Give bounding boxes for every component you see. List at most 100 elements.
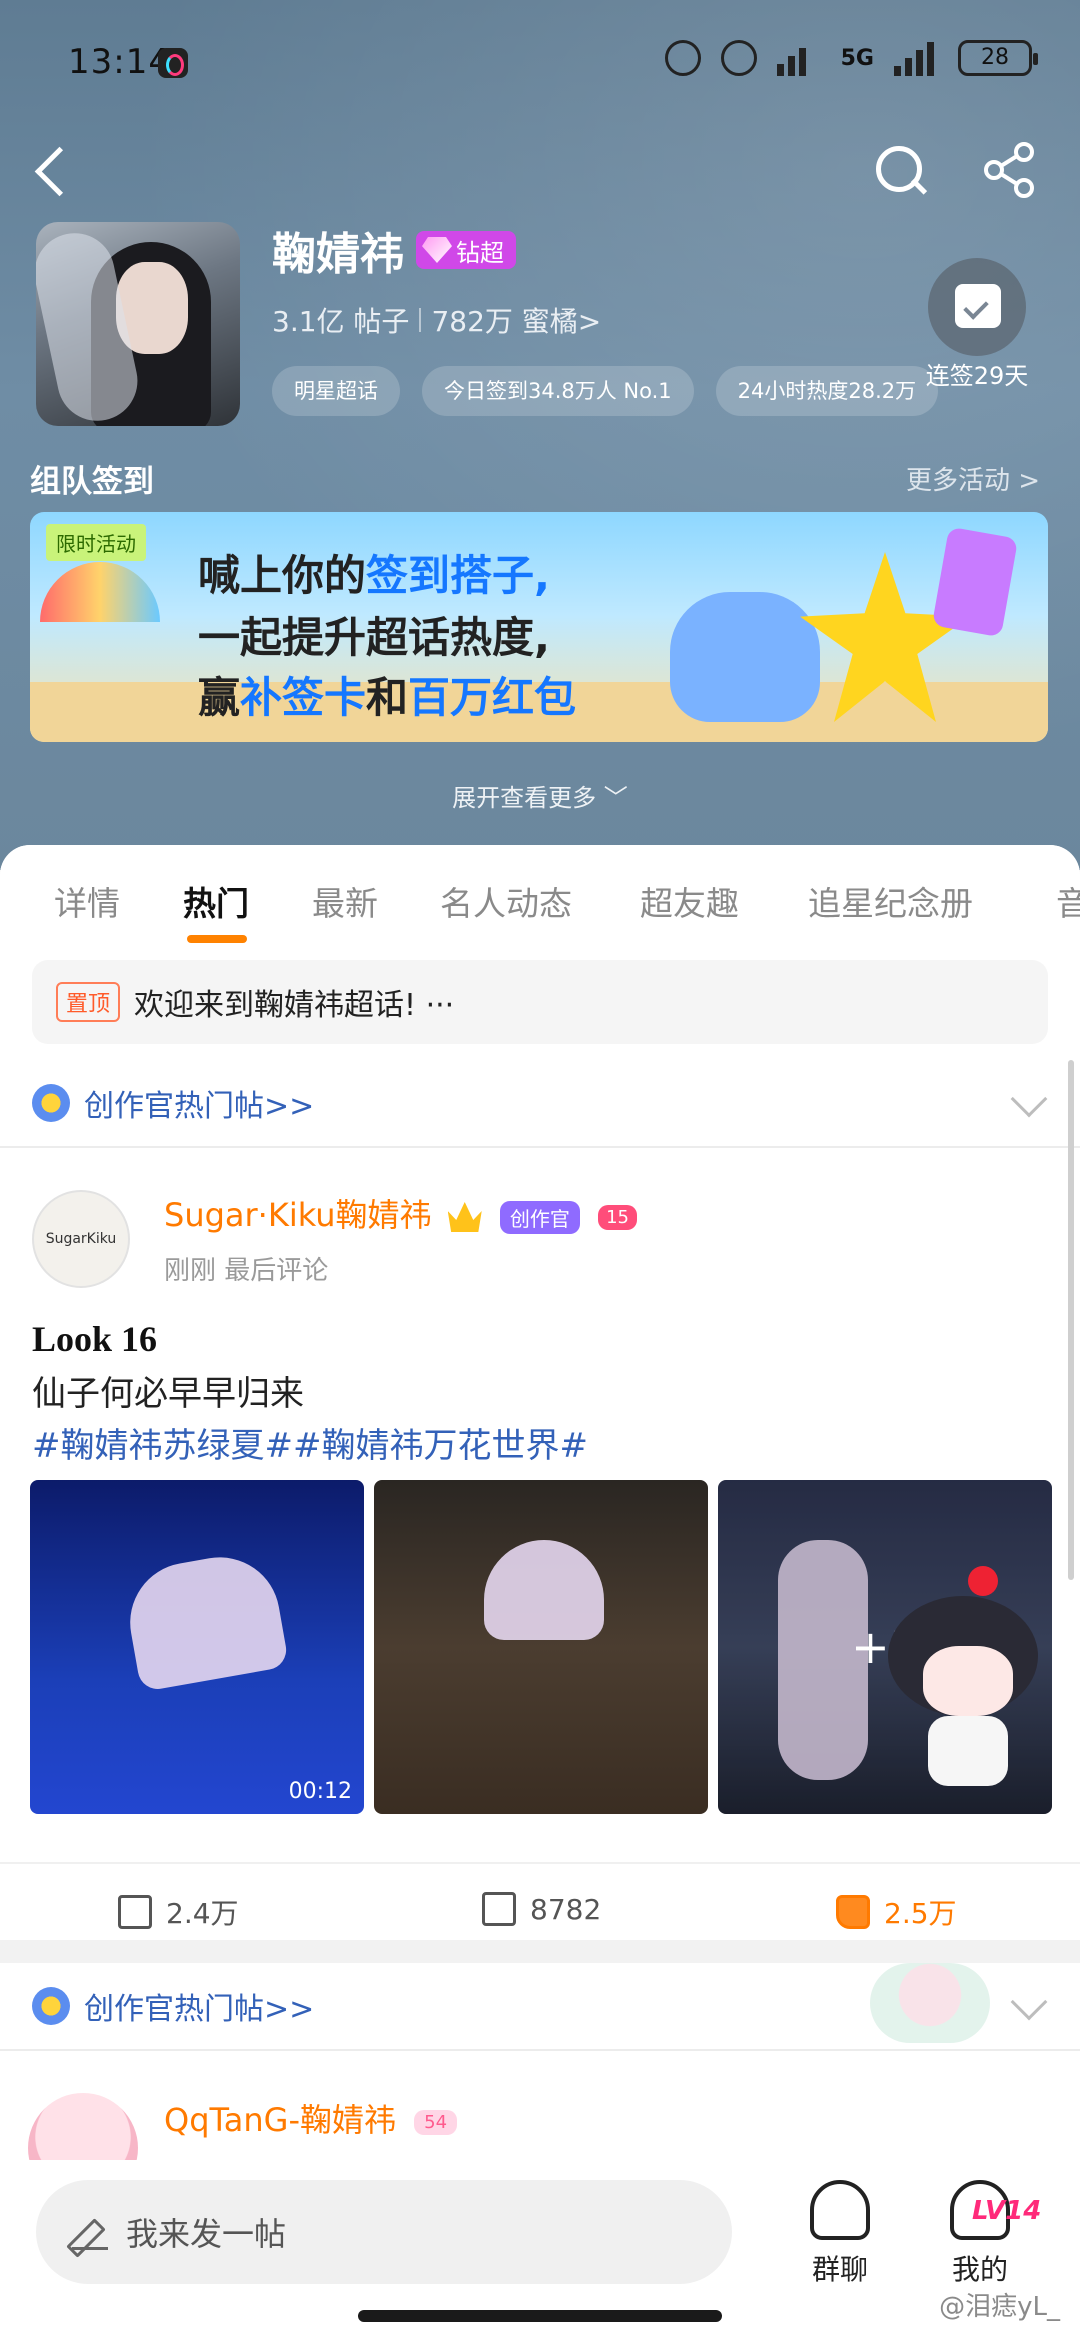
tab-celebrity-news[interactable]: 名人动态 [440, 877, 572, 925]
creator-star-icon [32, 1084, 70, 1122]
post-author[interactable]: QqTanG-鞠婧祎 54 [164, 2095, 458, 2141]
chevron-down-icon[interactable] [1010, 1080, 1048, 1118]
floating-mascot[interactable] [868, 1556, 1068, 1788]
mute-icon [720, 40, 757, 76]
status-icons: 5G 28 [664, 40, 1038, 76]
creator-hot-title: 创作官热门帖>> [84, 1089, 315, 1124]
chip-star-topic[interactable]: 明星超话 [272, 366, 400, 416]
comment-icon [482, 1892, 516, 1926]
vip-badge-label: 钻超 [456, 238, 504, 267]
bottom-bar: 我来发一帖 群聊 LV14 我的 @泪痣yL_ [0, 2160, 1080, 2340]
share-count: 2.4万 [166, 1897, 239, 1930]
divider [419, 308, 422, 332]
creator-hot-title: 创作官热门帖>> [84, 1992, 315, 2027]
thumbs-up-icon [836, 1895, 870, 1929]
pinned-text: 欢迎来到鞠婧祎超话! ··· [134, 988, 455, 1023]
post-image[interactable] [374, 1480, 708, 1814]
banner-line1b: 签到搭子, [366, 551, 550, 600]
creator-badge: 创作官 [499, 1200, 580, 1234]
pinned-post[interactable]: 置顶 欢迎来到鞠婧祎超话! ··· [32, 960, 1048, 1044]
post-author[interactable]: Sugar·Kiku鞠婧祎 创作官 15 [164, 1190, 637, 1236]
chevron-down-icon[interactable] [1010, 1983, 1048, 2021]
search-icon[interactable] [870, 140, 930, 200]
nfc-icon [664, 40, 701, 76]
level-badge: 15 [598, 1204, 637, 1230]
more-activities-link[interactable]: 更多活动 > [906, 460, 1040, 497]
expand-more-button[interactable]: 展开查看更多 ﹀ [0, 778, 1080, 813]
group-chat-button[interactable]: 群聊 [780, 2180, 900, 2288]
topic-chips: 明星超话 今日签到34.8万人 No.1 24小时热度28.2万 [272, 366, 939, 416]
team-checkin-title: 组队签到 [30, 464, 154, 500]
banner-line1a: 喊上你的 [198, 551, 367, 600]
post-video-thumbnail[interactable]: 00:12 [30, 1480, 364, 1814]
post-author-name: QqTanG-鞠婧祎 [164, 2101, 396, 2139]
tab-fan-fun[interactable]: 超友趣 [640, 877, 739, 925]
avatar[interactable]: SugarKiku [32, 1190, 130, 1288]
tab-fan-album[interactable]: 追星纪念册 [808, 877, 973, 925]
fans-count[interactable]: 782万 蜜橘> [431, 300, 601, 340]
creator-hot-header[interactable]: 创作官热门帖>> [0, 1963, 1080, 2051]
posts-count: 3.1亿 帖子 [272, 305, 410, 338]
title-row: 鞠婧祎 钻超 [272, 218, 516, 282]
wifi-icon [776, 40, 821, 76]
elephant-illustration [670, 592, 820, 722]
like-button[interactable]: 2.5万 [836, 1892, 957, 1932]
repost-icon [118, 1895, 152, 1929]
pinned-tag: 置顶 [56, 982, 121, 1022]
calendar-check-icon [955, 284, 1001, 328]
video-duration: 00:12 [288, 1779, 352, 1804]
topic-avatar[interactable] [36, 222, 240, 426]
chip-checkin-today[interactable]: 今日签到34.8万人 No.1 [422, 366, 694, 416]
post-text: 仙子何必早早归来 [32, 1374, 304, 1414]
compose-placeholder: 我来发一帖 [126, 2215, 287, 2253]
post-meta: 刚刚 最后评论 [164, 1256, 329, 1286]
tab-details[interactable]: 详情 [54, 877, 120, 925]
creator-hot-header[interactable]: 创作官热门帖>> [0, 1060, 1080, 1148]
banner-line3c: 和 [366, 673, 409, 722]
creator-star-icon [32, 1987, 70, 2025]
status-time: 13:14 [68, 42, 171, 82]
banner-line3d: 百万红包 [408, 673, 577, 722]
banner-line3b: 补签卡 [240, 673, 367, 722]
tab-music[interactable]: 音 [1056, 877, 1080, 925]
tab-bar: 详情 热门 最新 名人动态 超友趣 追星纪念册 音 [0, 845, 1080, 960]
pencil-icon [72, 2214, 108, 2250]
share-button[interactable]: 2.4万 [118, 1892, 239, 1932]
watermark: @泪痣yL_ [939, 2292, 1060, 2322]
crown-icon [447, 1202, 482, 1232]
checkin-streak: 连签29天 [925, 362, 1029, 390]
tab-latest[interactable]: 最新 [312, 877, 378, 925]
phone-illustration [931, 526, 1019, 638]
user-level-badge: LV14 [972, 2196, 1042, 2226]
banner-line2: 一起提升超话热度, [198, 613, 550, 662]
limited-tag: 限时活动 [46, 524, 146, 561]
compose-post-input[interactable]: 我来发一帖 [36, 2180, 732, 2284]
post-hashtags[interactable]: #鞠婧祎苏绿夏##鞠婧祎万花世界# [32, 1418, 588, 1467]
checkin-button[interactable] [928, 258, 1026, 356]
comment-button[interactable]: 8782 [482, 1892, 601, 1926]
group-chat-icon [810, 2180, 870, 2240]
group-chat-label: 群聊 [811, 2253, 868, 2286]
active-tab-indicator [187, 935, 247, 943]
tab-hot[interactable]: 热门 [183, 877, 249, 925]
mine-label: 我的 [951, 2253, 1008, 2286]
mine-button[interactable]: LV14 我的 [920, 2180, 1042, 2288]
back-icon[interactable] [28, 140, 78, 200]
chip-heat[interactable]: 24小时热度28.2万 [715, 366, 939, 416]
scrollbar[interactable] [1068, 1060, 1074, 1580]
home-indicator[interactable] [358, 2310, 722, 2322]
topic-stats: 3.1亿 帖子 782万 蜜橘> [272, 300, 601, 340]
network-label: 5G [840, 45, 874, 71]
comment-count: 8782 [530, 1892, 602, 1926]
post-title: Look 16 [32, 1319, 158, 1359]
post-card: 创作官热门帖>> SugarKiku Sugar·Kiku鞠婧祎 创作官 15 … [0, 1060, 1080, 1940]
vip-badge[interactable]: 钻超 [416, 231, 516, 269]
banner-line3a: 赢 [198, 673, 241, 722]
umbrella-illustration [40, 562, 160, 622]
signal-icon [894, 40, 938, 76]
activity-banner[interactable]: 限时活动 喊上你的签到搭子, 一起提升超话热度, 赢补签卡和百万红包 [30, 512, 1048, 742]
level-badge: 54 [414, 2109, 458, 2135]
like-count: 2.5万 [884, 1897, 957, 1930]
share-icon[interactable] [980, 140, 1040, 200]
status-bar: 13:14 5G 28 [0, 0, 1080, 120]
